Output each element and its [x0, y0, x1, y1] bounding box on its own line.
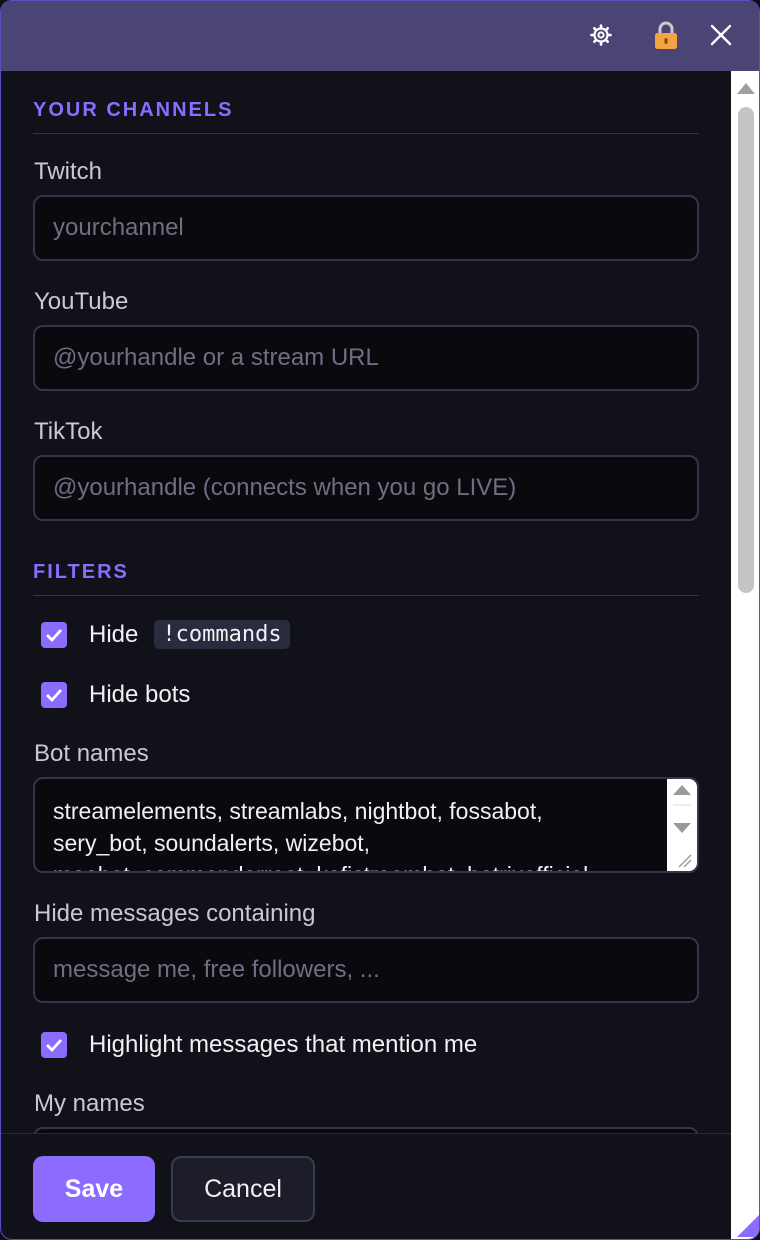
hide-messages-input[interactable]	[33, 937, 699, 1003]
hide-commands-label: Hide	[89, 620, 139, 648]
settings-button[interactable]	[583, 19, 619, 55]
close-button[interactable]	[703, 19, 739, 55]
save-button[interactable]: Save	[33, 1156, 155, 1222]
youtube-label: YouTube	[34, 288, 129, 315]
checkmark-icon	[46, 1039, 63, 1052]
cancel-button[interactable]: Cancel	[171, 1156, 315, 1222]
bot-names-label: Bot names	[34, 740, 149, 767]
hide-bots-label: Hide bots	[89, 681, 191, 708]
divider	[33, 595, 699, 596]
title-bar	[1, 1, 759, 71]
close-icon	[710, 24, 732, 51]
checkmark-icon	[46, 628, 63, 642]
youtube-input[interactable]	[33, 325, 699, 391]
bot-names-value: streamelements, streamlabs, nightbot, fo…	[53, 798, 588, 871]
scroll-thumb[interactable]	[738, 107, 754, 593]
hide-messages-label: Hide messages containing	[34, 900, 316, 927]
twitch-input[interactable]	[33, 195, 699, 261]
tiktok-input[interactable]	[33, 455, 699, 521]
checkmark-icon	[46, 689, 63, 702]
bot-names-textarea[interactable]: streamelements, streamlabs, nightbot, fo…	[33, 777, 699, 873]
gear-icon	[589, 23, 613, 52]
twitch-label: Twitch	[34, 158, 103, 185]
page-scrollbar[interactable]	[731, 71, 760, 1239]
highlight-mentions-row: Highlight messages that mention me	[41, 1031, 477, 1059]
divider	[33, 133, 699, 134]
highlight-mentions-label: Highlight messages that mention me	[89, 1031, 478, 1058]
hide-commands-checkbox[interactable]	[41, 621, 67, 648]
commands-chip: !commands	[154, 620, 290, 649]
textarea-scroll-arrows-icon	[673, 785, 692, 868]
hide-bots-row: Hide bots	[41, 681, 190, 709]
highlight-mentions-checkbox[interactable]	[41, 1032, 67, 1058]
section-heading-channels: YOUR CHANNELS	[33, 99, 234, 121]
dialog-footer: Save Cancel	[1, 1133, 731, 1239]
hide-bots-checkbox[interactable]	[41, 682, 67, 708]
resize-corner-icon[interactable]	[731, 1207, 760, 1237]
hide-commands-row: Hide !commands	[41, 620, 290, 649]
settings-window: YOUR CHANNELS Twitch YouTube TikTok FILT…	[0, 0, 760, 1240]
lock-icon	[653, 20, 679, 55]
lock-button[interactable]	[648, 19, 684, 55]
textarea-scrollbar[interactable]	[667, 779, 697, 871]
scroll-up-icon[interactable]	[731, 75, 760, 105]
my-names-label: My names	[34, 1090, 145, 1117]
section-heading-filters: FILTERS	[33, 561, 129, 583]
tiktok-label: TikTok	[34, 418, 103, 445]
settings-content: YOUR CHANNELS Twitch YouTube TikTok FILT…	[1, 71, 731, 1133]
